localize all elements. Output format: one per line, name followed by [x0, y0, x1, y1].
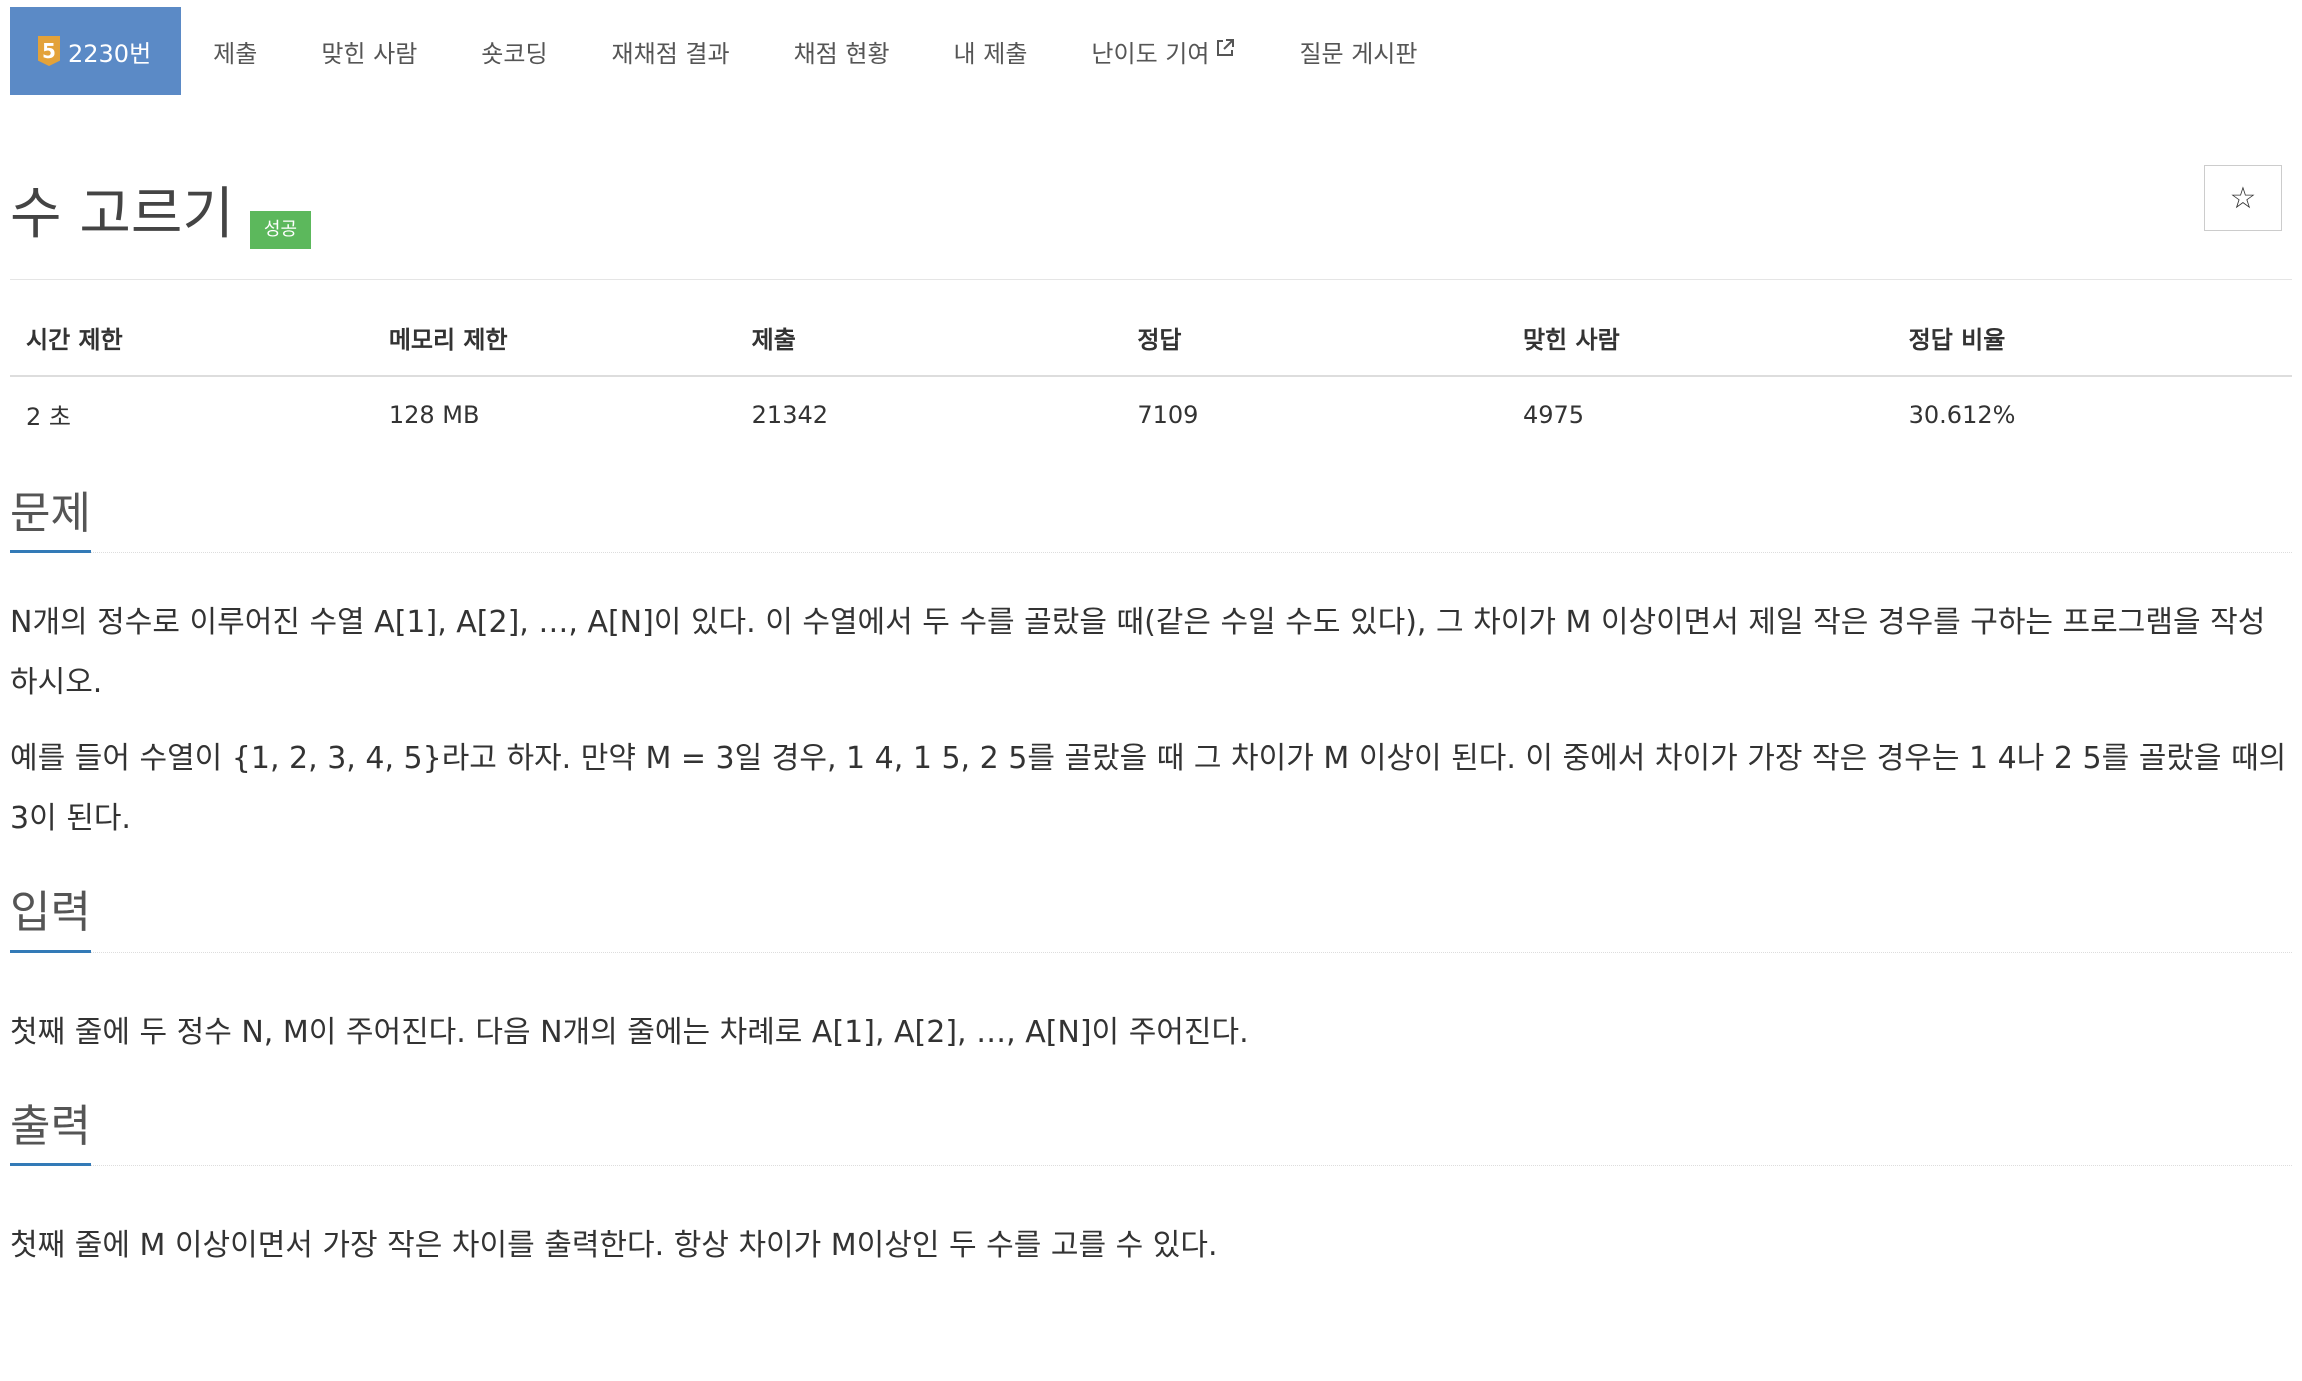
problem-nav: 5 2230번 제출 맞힌 사람 숏코딩 재채점 결과 채점 현황 내 제출 난…: [10, 7, 2292, 95]
tab-difficulty-contribution[interactable]: 난이도 기여: [1059, 7, 1267, 95]
problem-page: 5 2230번 제출 맞힌 사람 숏코딩 재채점 결과 채점 현황 내 제출 난…: [0, 7, 2302, 1381]
tab-short-coding[interactable]: 숏코딩: [449, 7, 579, 95]
section-title-input: 입력: [10, 889, 91, 953]
problem-number: 2230번: [68, 39, 152, 68]
page-title: 수 고르기: [10, 182, 234, 247]
tab-my-submissions[interactable]: 내 제출: [922, 7, 1060, 95]
table-header-row: 시간 제한 메모리 제한 제출 정답 맞힌 사람 정답 비율: [10, 320, 2292, 377]
section-title-output: 출력: [10, 1102, 91, 1167]
header-memory-limit: 메모리 제한: [372, 320, 736, 377]
tier-badge-icon: 5: [38, 36, 60, 66]
tab-solved-users[interactable]: 맞힌 사람: [289, 7, 449, 95]
title-divider: [10, 279, 2292, 280]
external-link-icon: [1215, 38, 1235, 64]
tab-difficulty-label: 난이도 기여: [1091, 39, 1210, 68]
header-time-limit: 시간 제한: [10, 320, 373, 377]
status-badge: 성공: [249, 211, 312, 249]
tab-question-board[interactable]: 질문 게시판: [1267, 7, 1449, 95]
value-time-limit: 2 초: [26, 403, 71, 431]
output-body: 첫째 줄에 M 이상이면서 가장 작은 차이를 출력한다. 항상 차이가 M이상…: [10, 1216, 2292, 1276]
value-accept-ratio: 30.612%: [1908, 400, 2016, 429]
favorite-button[interactable]: ☆: [2204, 165, 2282, 231]
header-accept-ratio: 정답 비율: [1892, 320, 2292, 377]
problem-paragraph: N개의 정수로 이루어진 수열 A[1], A[2], …, A[N]이 있다.…: [10, 605, 2266, 701]
tab-rejudge-results[interactable]: 재채점 결과: [580, 7, 762, 95]
star-icon: ☆: [2229, 180, 2257, 216]
tab-submit[interactable]: 제출: [181, 7, 289, 95]
section-header: 입력: [10, 889, 2292, 953]
section-title-problem: 문제: [10, 489, 91, 554]
input-body: 첫째 줄에 두 정수 N, M이 주어진다. 다음 N개의 줄에는 차례로 A[…: [10, 1003, 2292, 1063]
problem-paragraph: 예를 들어 수열이 {1, 2, 3, 4, 5}라고 하자. 만약 M = 3…: [10, 741, 2287, 837]
header-accepted: 정답: [1121, 320, 1507, 377]
title-row: 수 고르기 성공 ☆: [10, 165, 2292, 249]
tab-problem[interactable]: 5 2230번: [10, 7, 182, 95]
problem-info-table: 시간 제한 메모리 제한 제출 정답 맞힌 사람 정답 비율 2 초 128 M…: [10, 320, 2292, 432]
tab-status[interactable]: 채점 현황: [762, 7, 922, 95]
input-section: 입력 첫째 줄에 두 정수 N, M이 주어진다. 다음 N개의 줄에는 차례로…: [10, 889, 2292, 1062]
header-solved-users: 맞힌 사람: [1506, 320, 1893, 377]
problem-description-body: N개의 정수로 이루어진 수열 A[1], A[2], …, A[N]이 있다.…: [10, 593, 2292, 849]
input-paragraph: 첫째 줄에 두 정수 N, M이 주어진다. 다음 N개의 줄에는 차례로 A[…: [10, 1014, 1249, 1050]
output-section: 출력 첫째 줄에 M 이상이면서 가장 작은 차이를 출력한다. 항상 차이가 …: [10, 1102, 2292, 1276]
value-solved-users: 4975: [1522, 400, 1585, 429]
value-accepted: 7109: [1137, 400, 1199, 429]
table-row: 2 초 128 MB 21342 7109 4975 30.612%: [10, 376, 2292, 432]
output-paragraph: 첫째 줄에 M 이상이면서 가장 작은 차이를 출력한다. 항상 차이가 M이상…: [10, 1228, 1218, 1264]
value-memory-limit: 128 MB: [388, 400, 480, 429]
value-submissions: 21342: [751, 400, 829, 429]
section-header: 출력: [10, 1102, 2292, 1167]
section-header: 문제: [10, 489, 2292, 554]
problem-description-section: 문제 N개의 정수로 이루어진 수열 A[1], A[2], …, A[N]이 …: [10, 489, 2292, 849]
header-submissions: 제출: [735, 320, 1122, 377]
